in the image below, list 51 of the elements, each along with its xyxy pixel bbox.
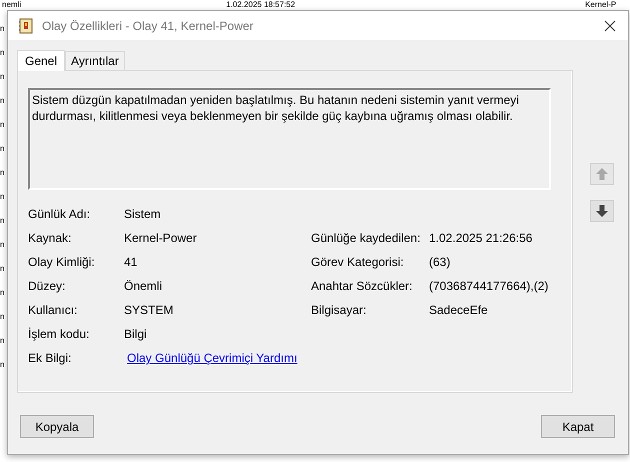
field-label: Kullanıcı: [28,302,78,318]
background-text: nemli [2,0,22,9]
field-label: Günlüğe kaydedilen: [311,230,422,246]
description-text: Sistem düzgün kapatılmadan yeniden başlatılmış. Bu hatanın nedeni sistemin yanıt vermeyi durdurması, kilitlenmesi veya beklenmeyen bir şekilde güç kaybına uğramış olması olabilir. [32,93,519,123]
background-text: n [0,71,6,83]
field-value: 41 [124,254,138,270]
field-label: Ek Bilgi: [28,350,72,366]
close-icon[interactable] [604,20,616,32]
background-text: n [0,239,6,251]
tab[interactable]: Genel [17,50,66,71]
background-text: 1.02.2025 18:57:52 [226,0,296,9]
background-text: n [0,359,6,371]
notebook-icon [18,18,34,34]
field-label: Düzey: [28,278,66,294]
background-text: n [0,215,6,227]
field-value: SadeceEfe [429,302,489,318]
background-text: n [0,263,6,275]
field-value: SYSTEM [124,302,174,318]
up-arrow-icon [595,167,609,181]
field-value: (63) [429,254,452,270]
field-label: Olay Kimliği: [28,254,96,270]
field-value: Sistem [124,206,162,222]
background-text: n [0,311,6,323]
field-label: İşlem kodu: [28,326,90,342]
field-value: 1.02.2025 21:26:56 [429,230,534,246]
background-text: n [0,167,6,179]
next-event-button[interactable] [590,200,614,222]
copy-button[interactable]: Kopyala [20,415,94,438]
down-arrow-icon [595,204,609,218]
field-label: Kaynak: [28,230,72,246]
background-text: n [0,95,6,107]
background-text: n [0,23,6,35]
help-link[interactable]: Olay Günlüğü Çevrimiçi Yardımı [127,351,298,365]
field-label: Anahtar Sözcükler: [311,278,414,294]
field-label: Görev Kategorisi: [311,254,405,270]
field-value: Bilgi [124,326,148,342]
background-text: n [0,335,6,347]
field-label: Günlük Adı: [28,206,92,222]
field-value: Kernel-Power [124,230,198,246]
field-value: (70368744177664),(2) [429,278,548,294]
background-text: n [0,119,6,131]
background-text: n [0,191,6,203]
field-value: Önemli [124,278,164,294]
background-text: Kernel-P [585,0,616,9]
tab[interactable]: Ayrıntılar [65,51,125,70]
close-button[interactable]: Kapat [541,415,615,438]
window-title: Olay Özellikleri - Olay 41, Kernel-Power [42,18,254,32]
background-text: n [0,47,6,59]
field-label: Bilgisayar: [311,302,368,318]
background-text: n [0,143,6,155]
background-text: n [0,287,6,299]
